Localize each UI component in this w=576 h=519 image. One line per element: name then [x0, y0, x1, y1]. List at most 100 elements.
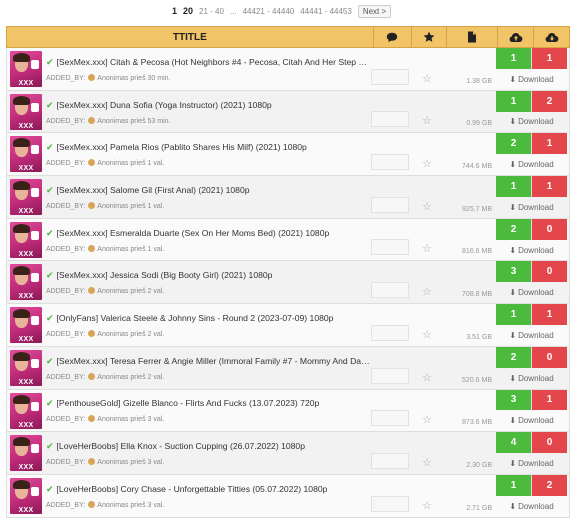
uploader-name[interactable]: Anonimas	[97, 288, 128, 295]
download-button[interactable]: ⬇ Download	[496, 69, 567, 90]
download-button[interactable]: ⬇ Download	[496, 154, 567, 175]
uploader-name[interactable]: Anonimas	[97, 502, 128, 509]
torrent-title-link[interactable]: ✔ [SexMex.xxx] Jessica Sodi (Big Booty Gi…	[46, 269, 371, 282]
seeders-count: 3	[496, 261, 532, 283]
comments-box[interactable]	[371, 324, 409, 341]
thumbnail-badge	[31, 401, 39, 411]
file-icon[interactable]	[447, 27, 499, 47]
favorite-star-icon[interactable]: ☆	[409, 219, 445, 261]
uploader-name[interactable]: Anonimas	[97, 459, 128, 466]
thumbnail-badge	[31, 273, 39, 283]
comments-box[interactable]	[371, 196, 409, 213]
download-label: Download	[518, 330, 554, 340]
favorite-star-icon[interactable]: ☆	[409, 432, 445, 474]
torrent-title[interactable]: [LoveHerBoobs] Cory Chase - Unforgettabl…	[57, 484, 328, 494]
uploader-name[interactable]: Anonimas	[97, 203, 128, 210]
seeders-count: 4	[496, 432, 532, 454]
download-button[interactable]: ⬇ Download	[496, 282, 567, 303]
comments-box[interactable]	[371, 239, 409, 256]
favorite-star-icon[interactable]: ☆	[409, 176, 445, 218]
torrent-title[interactable]: [SexMex.xxx] Teresa Ferrer & Angie Mille…	[57, 356, 371, 366]
page-range-44421[interactable]: 44421 - 44440	[243, 7, 295, 16]
download-button[interactable]: ⬇ Download	[496, 197, 567, 218]
comments-box[interactable]	[371, 68, 409, 85]
category-thumbnail[interactable]: XXX	[10, 51, 42, 87]
comments-box[interactable]	[371, 495, 409, 512]
comments-box[interactable]	[371, 154, 409, 171]
star-icon[interactable]	[412, 27, 448, 47]
torrent-title-link[interactable]: ✔ [SexMex.xxx] Esmeralda Duarte (Sex On H…	[46, 227, 371, 240]
torrent-title-link[interactable]: ✔ [SexMex.xxx] Salome Gil (First Anal) (2…	[46, 184, 371, 197]
uploader-name[interactable]: Anonimas	[97, 416, 128, 423]
category-thumbnail[interactable]: XXX	[10, 392, 42, 429]
download-button[interactable]: ⬇ Download	[496, 496, 567, 517]
file-size: 925.7 MB	[462, 205, 492, 213]
uploader-name[interactable]: Anonimas	[97, 246, 128, 253]
comments-box[interactable]	[371, 367, 409, 384]
favorite-star-icon[interactable]: ☆	[409, 347, 445, 389]
leechers-count: 0	[532, 218, 567, 240]
torrent-title-link[interactable]: ✔ [SexMex.xxx] Duna Sofia (Yoga Instructo…	[46, 99, 371, 112]
favorite-star-icon[interactable]: ☆	[409, 304, 445, 346]
torrent-title[interactable]: [OnlyFans] Valerica Steele & Johnny Sins…	[57, 313, 334, 323]
torrent-title-link[interactable]: ✔ [LoveHerBoobs] Ella Knox - Suction Cupp…	[46, 440, 371, 453]
torrent-title[interactable]: [SexMex.xxx] Esmeralda Duarte (Sex On He…	[57, 228, 330, 238]
comments-box[interactable]	[371, 452, 409, 469]
favorite-star-icon[interactable]: ☆	[409, 390, 445, 432]
torrent-title-link[interactable]: ✔ [SexMex.xxx] Pamela Rios (Pablito Share…	[46, 141, 371, 154]
torrent-title-link[interactable]: ✔ [SexMex.xxx] Citah & Pecosa (Hot Neighb…	[46, 56, 371, 69]
uploader-name[interactable]: Anonimas	[97, 331, 128, 338]
category-thumbnail[interactable]: XXX	[10, 349, 42, 386]
favorite-star-icon[interactable]: ☆	[409, 261, 445, 303]
category-thumbnail[interactable]: XXX	[10, 221, 42, 258]
cloud-download-icon[interactable]	[534, 27, 569, 47]
category-thumbnail[interactable]: XXX	[10, 93, 42, 130]
page-current[interactable]: 1	[172, 6, 177, 16]
download-button[interactable]: ⬇ Download	[496, 368, 567, 389]
favorite-star-icon[interactable]: ☆	[409, 133, 445, 175]
category-thumbnail[interactable]: XXX	[10, 264, 42, 301]
download-button[interactable]: ⬇ Download	[496, 453, 567, 474]
favorite-star-icon[interactable]: ☆	[409, 48, 445, 90]
uploader-name[interactable]: Anonimas	[97, 374, 128, 381]
category-thumbnail[interactable]: XXX	[10, 179, 42, 216]
download-button[interactable]: ⬇ Download	[496, 112, 567, 133]
table-row: XXX ✔ [LoveHerBoobs] Cory Chase - Unforge…	[6, 474, 570, 518]
upload-time: prieš 3 val.	[130, 501, 165, 509]
table-row: XXX ✔ [SexMex.xxx] Duna Sofia (Yoga Instr…	[6, 90, 570, 134]
comments-box[interactable]	[371, 282, 409, 299]
torrent-title[interactable]: [SexMex.xxx] Citah & Pecosa (Hot Neighbo…	[57, 57, 371, 67]
favorite-star-icon[interactable]: ☆	[409, 475, 445, 517]
cloud-upload-icon[interactable]	[498, 27, 535, 47]
category-thumbnail[interactable]: XXX	[10, 307, 42, 344]
download-button[interactable]: ⬇ Download	[496, 410, 567, 431]
page-range-44441[interactable]: 44441 - 44453	[300, 7, 352, 16]
torrent-title[interactable]: [LoveHerBoobs] Ella Knox - Suction Cuppi…	[57, 441, 305, 451]
comment-icon[interactable]	[374, 27, 412, 47]
torrent-title[interactable]: [SexMex.xxx] Salome Gil (First Anal) (20…	[57, 185, 250, 195]
table-row: XXX ✔ [SexMex.xxx] Esmeralda Duarte (Sex …	[6, 218, 570, 262]
next-page-button[interactable]: Next >	[357, 4, 392, 18]
download-button[interactable]: ⬇ Download	[496, 325, 567, 346]
comments-box[interactable]	[371, 410, 409, 427]
page-range-21-40[interactable]: 21 - 40	[199, 7, 224, 16]
torrent-title-link[interactable]: ✔ [OnlyFans] Valerica Steele & Johnny Sin…	[46, 312, 371, 325]
category-thumbnail[interactable]: XXX	[10, 477, 42, 514]
uploader-name[interactable]: Anonimas	[97, 75, 128, 82]
torrent-title[interactable]: [SexMex.xxx] Jessica Sodi (Big Booty Gir…	[57, 270, 273, 280]
uploader-name[interactable]: Anonimas	[97, 160, 128, 167]
download-button[interactable]: ⬇ Download	[496, 240, 567, 261]
torrent-title-link[interactable]: ✔ [LoveHerBoobs] Cory Chase - Unforgettab…	[46, 483, 371, 496]
column-title-header[interactable]: TTITLE	[7, 27, 374, 47]
torrent-title-link[interactable]: ✔ [PenthouseGold] Gizelle Blanco - Flirts…	[46, 397, 371, 410]
favorite-star-icon[interactable]: ☆	[409, 91, 445, 133]
torrent-title[interactable]: [SexMex.xxx] Pamela Rios (Pablito Shares…	[57, 142, 307, 152]
torrent-title[interactable]: [SexMex.xxx] Duna Sofia (Yoga Instructor…	[57, 100, 272, 110]
category-thumbnail[interactable]: XXX	[10, 136, 42, 173]
torrent-title[interactable]: [PenthouseGold] Gizelle Blanco - Flirts …	[57, 398, 320, 408]
category-thumbnail[interactable]: XXX	[10, 435, 42, 472]
comments-box[interactable]	[371, 111, 409, 128]
torrent-title-link[interactable]: ✔ [SexMex.xxx] Teresa Ferrer & Angie Mill…	[46, 355, 371, 368]
page-20[interactable]: 20	[183, 6, 193, 16]
uploader-name[interactable]: Anonimas	[97, 118, 128, 125]
